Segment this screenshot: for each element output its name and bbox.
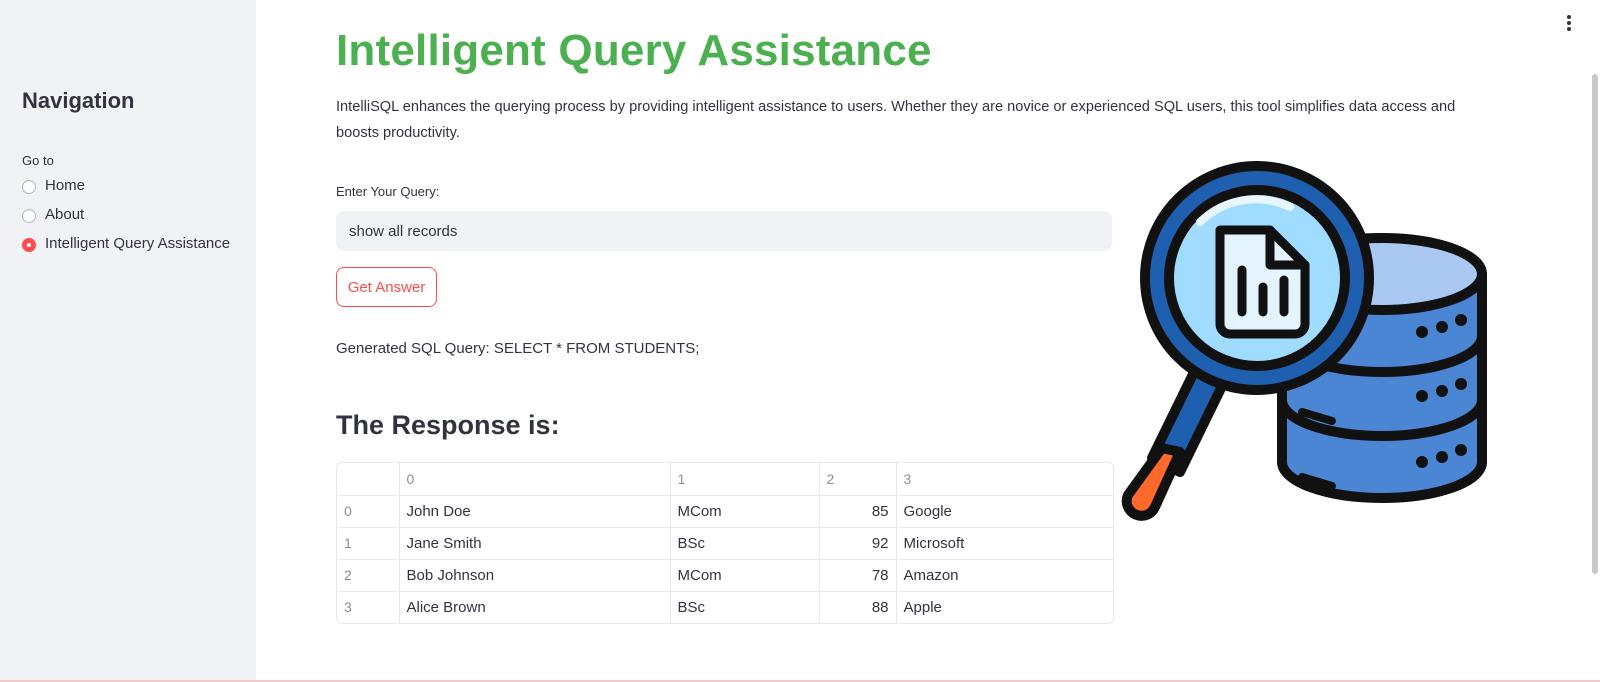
table-row: 0 John Doe MCom 85 Google [337,495,1113,528]
query-input-label: Enter Your Query: [336,184,440,199]
response-heading: The Response is: [336,410,560,440]
table-cell[interactable]: Amazon [896,559,1113,592]
radio-option-intelligent-query-assistance[interactable]: Intelligent Query Assistance [22,235,242,256]
query-input[interactable] [336,211,1112,251]
get-answer-button[interactable]: Get Answer [336,267,437,307]
row-index-cell: 2 [337,559,400,592]
column-header[interactable]: 2 [819,463,897,496]
table-cell[interactable]: 88 [819,591,897,623]
radio-button-selected-icon[interactable] [22,238,36,252]
radio-option-label: Home [45,177,86,194]
table-cell[interactable]: BSc [670,527,820,560]
navigation-radio-group: Home About Intelligent Query Assistance [22,177,242,264]
table-header-row: 0 1 2 3 [337,463,1113,496]
response-dataframe[interactable]: 0 1 2 3 0 John Doe MCom 85 Google 1 Jane… [336,462,1114,624]
table-cell[interactable]: 78 [819,559,897,592]
table-row: 1 Jane Smith BSc 92 Microsoft [337,527,1113,560]
table-cell[interactable]: Microsoft [896,527,1113,560]
table-cell[interactable]: BSc [670,591,820,623]
table-cell[interactable]: 85 [819,495,897,528]
column-header[interactable]: 0 [399,463,671,496]
radio-button-icon[interactable] [22,209,36,223]
table-cell[interactable]: MCom [670,559,820,592]
kebab-menu-icon[interactable] [1562,12,1576,34]
table-cell[interactable]: 92 [819,527,897,560]
table-cell[interactable]: Jane Smith [399,527,671,560]
radio-option-home[interactable]: Home [22,177,242,198]
table-cell[interactable]: Bob Johnson [399,559,671,592]
table-row: 2 Bob Johnson MCom 78 Amazon [337,559,1113,592]
magnifier-database-icon [1120,152,1520,552]
column-header[interactable]: 1 [670,463,820,496]
row-index-cell: 3 [337,591,400,623]
radio-option-about[interactable]: About [22,206,242,227]
column-header[interactable]: 3 [896,463,1113,496]
table-cell[interactable]: Google [896,495,1113,528]
radio-button-icon[interactable] [22,180,36,194]
table-cell[interactable]: MCom [670,495,820,528]
page-title: Intelligent Query Assistance [336,26,932,75]
radio-option-label: Intelligent Query Assistance [45,235,231,252]
sidebar: Navigation Go to Home About Intelligent … [0,0,256,682]
row-index-cell: 1 [337,527,400,560]
table-cell[interactable]: Apple [896,591,1113,623]
scrollbar[interactable] [1592,74,1598,574]
table-cell[interactable]: John Doe [399,495,671,528]
column-header-index [337,463,400,496]
sidebar-title: Navigation [22,88,135,113]
generated-sql-text: Generated SQL Query: SELECT * FROM STUDE… [336,340,700,357]
row-index-cell: 0 [337,495,400,528]
radio-option-label: About [45,206,85,223]
radio-group-label: Go to [22,153,54,168]
table-row: 3 Alice Brown BSc 88 Apple [337,591,1113,623]
response-table: 0 1 2 3 0 John Doe MCom 85 Google 1 Jane… [337,463,1113,623]
table-cell[interactable]: Alice Brown [399,591,671,623]
magnifier-database-illustration [1121,161,1487,521]
page-description: IntelliSQL enhances the querying process… [336,99,1456,141]
